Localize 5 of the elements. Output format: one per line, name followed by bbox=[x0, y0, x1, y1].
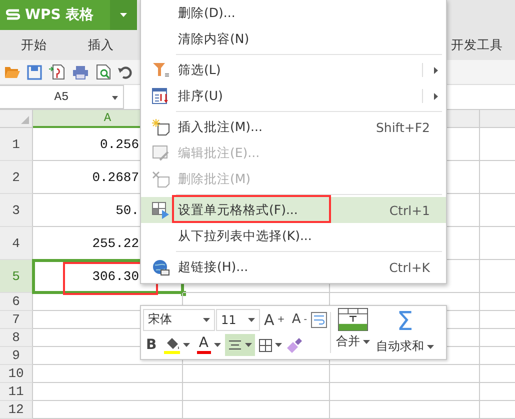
cell-value: 0.256 bbox=[100, 136, 139, 152]
cell-value: 0.2687 bbox=[92, 170, 139, 184]
cell-value: 306.30 bbox=[92, 268, 139, 284]
cell-value: 50. bbox=[116, 202, 139, 218]
cell-value: 255.22 bbox=[92, 236, 139, 250]
